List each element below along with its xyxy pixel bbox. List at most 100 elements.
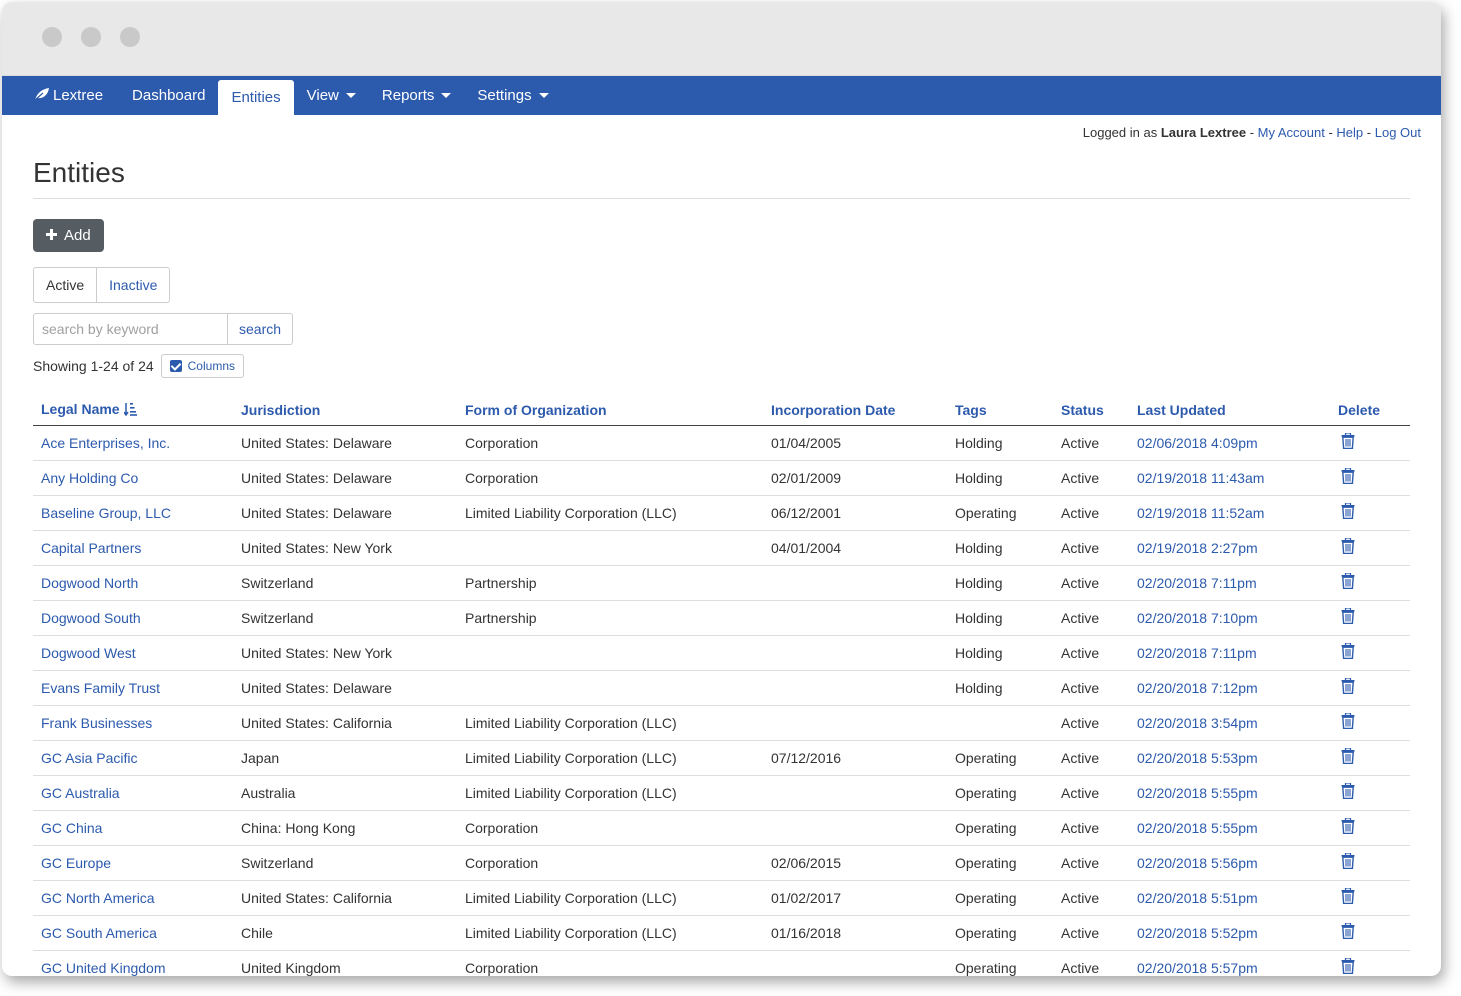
window-maximize-dot[interactable] — [120, 27, 140, 47]
last-updated-link[interactable]: 02/19/2018 2:27pm — [1137, 540, 1258, 556]
entity-name-link[interactable]: Dogwood West — [41, 645, 136, 661]
trash-icon[interactable] — [1341, 572, 1355, 592]
entity-name-link[interactable]: GC North America — [41, 890, 155, 906]
help-link[interactable]: Help — [1336, 125, 1363, 140]
cell-form-of-organization: Corporation — [457, 810, 763, 846]
last-updated-link[interactable]: 02/20/2018 7:11pm — [1137, 645, 1257, 661]
cell-legal-name: GC North America — [33, 880, 233, 916]
entity-name-link[interactable]: Capital Partners — [41, 540, 141, 556]
cell-last-updated: 02/19/2018 11:52am — [1129, 495, 1330, 531]
my-account-link[interactable]: My Account — [1258, 125, 1325, 140]
cell-tags: Operating — [947, 810, 1053, 846]
trash-icon[interactable] — [1341, 817, 1355, 837]
last-updated-link[interactable]: 02/20/2018 5:56pm — [1137, 855, 1258, 871]
filter-inactive-button[interactable]: Inactive — [97, 267, 171, 303]
last-updated-link[interactable]: 02/20/2018 5:51pm — [1137, 890, 1258, 906]
plus-icon — [46, 227, 57, 244]
cell-tags: Operating — [947, 915, 1053, 951]
brand-link[interactable]: Lextree — [24, 76, 119, 115]
trash-icon[interactable] — [1341, 712, 1355, 732]
last-updated-link[interactable]: 02/20/2018 7:11pm — [1137, 575, 1257, 591]
window-close-dot[interactable] — [42, 27, 62, 47]
last-updated-link[interactable]: 02/20/2018 7:12pm — [1137, 680, 1258, 696]
last-updated-link[interactable]: 02/20/2018 5:57pm — [1137, 960, 1258, 976]
nav-dashboard[interactable]: Dashboard — [119, 76, 218, 115]
entity-name-link[interactable]: Dogwood North — [41, 575, 138, 591]
last-updated-link[interactable]: 02/19/2018 11:52am — [1137, 505, 1264, 521]
col-incorporation-date[interactable]: Incorporation Date — [763, 396, 947, 426]
nav-reports-dropdown[interactable]: Reports — [369, 76, 465, 115]
trash-icon[interactable] — [1341, 957, 1355, 976]
add-entity-button[interactable]: Add — [33, 219, 104, 252]
last-updated-link[interactable]: 02/20/2018 5:52pm — [1137, 925, 1258, 941]
trash-icon[interactable] — [1341, 887, 1355, 907]
trash-icon[interactable] — [1341, 467, 1355, 487]
col-form-of-organization[interactable]: Form of Organization — [457, 396, 763, 426]
nav-settings-dropdown[interactable]: Settings — [464, 76, 561, 115]
col-jurisdiction[interactable]: Jurisdiction — [233, 396, 457, 426]
entity-name-link[interactable]: Frank Businesses — [41, 715, 152, 731]
trash-icon[interactable] — [1341, 677, 1355, 697]
nav-view-dropdown[interactable]: View — [294, 76, 369, 115]
table-row: GC Asia Pacific Japan Limited Liability Co… — [33, 740, 1410, 776]
table-row: Ace Enterprises, Inc. United States: Dela… — [33, 425, 1410, 461]
trash-icon[interactable] — [1341, 607, 1355, 627]
cell-incorporation-date: 01/04/2005 — [763, 425, 947, 461]
last-updated-link[interactable]: 02/20/2018 5:55pm — [1137, 820, 1258, 836]
col-status[interactable]: Status — [1053, 396, 1129, 426]
cell-status: Active — [1053, 600, 1129, 636]
last-updated-link[interactable]: 02/20/2018 3:54pm — [1137, 715, 1258, 731]
filter-active-button[interactable]: Active — [33, 267, 98, 303]
browser-window: Lextree Dashboard Entities View Reports … — [2, 2, 1441, 976]
last-updated-link[interactable]: 02/20/2018 5:55pm — [1137, 785, 1258, 801]
trash-icon[interactable] — [1341, 432, 1355, 452]
log-out-link[interactable]: Log Out — [1375, 125, 1421, 140]
entity-name-link[interactable]: GC Europe — [41, 855, 111, 871]
cell-incorporation-date: 02/01/2009 — [763, 460, 947, 496]
entity-name-link[interactable]: Evans Family Trust — [41, 680, 160, 696]
table-row: Any Holding Co United States: Delaware Cor… — [33, 460, 1410, 496]
cell-tags: Operating — [947, 740, 1053, 776]
cell-last-updated: 02/20/2018 7:11pm — [1129, 565, 1330, 601]
cell-incorporation-date — [763, 635, 947, 671]
trash-icon[interactable] — [1341, 537, 1355, 557]
search-input[interactable] — [33, 313, 228, 345]
cell-form-of-organization — [457, 530, 763, 566]
nav-entities[interactable]: Entities — [218, 80, 294, 115]
entity-name-link[interactable]: GC United Kingdom — [41, 960, 166, 976]
col-tags[interactable]: Tags — [947, 396, 1053, 426]
entity-name-link[interactable]: GC China — [41, 820, 102, 836]
cell-last-updated: 02/20/2018 5:56pm — [1129, 845, 1330, 881]
trash-icon[interactable] — [1341, 922, 1355, 942]
search-button[interactable]: search — [228, 313, 294, 345]
trash-icon[interactable] — [1341, 747, 1355, 767]
trash-icon[interactable] — [1341, 502, 1355, 522]
entity-name-link[interactable]: Ace Enterprises, Inc. — [41, 435, 170, 451]
trash-icon[interactable] — [1341, 782, 1355, 802]
user-bar: Logged in as Laura Lextree - My Account … — [2, 115, 1441, 145]
entity-name-link[interactable]: Baseline Group, LLC — [41, 505, 171, 521]
sort-ascending-icon[interactable] — [122, 402, 137, 419]
cell-last-updated: 02/20/2018 3:54pm — [1129, 705, 1330, 741]
trash-icon[interactable] — [1341, 852, 1355, 872]
last-updated-link[interactable]: 02/06/2018 4:09pm — [1137, 435, 1258, 451]
entity-name-link[interactable]: Any Holding Co — [41, 470, 138, 486]
entity-name-link[interactable]: GC South America — [41, 925, 157, 941]
cell-legal-name: Evans Family Trust — [33, 670, 233, 706]
cell-delete — [1330, 915, 1410, 951]
nav-reports-label: Reports — [381, 87, 435, 104]
last-updated-link[interactable]: 02/20/2018 7:10pm — [1137, 610, 1258, 626]
cell-tags — [947, 705, 1053, 741]
entity-name-link[interactable]: GC Asia Pacific — [41, 750, 137, 766]
col-last-updated[interactable]: Last Updated — [1129, 396, 1330, 426]
window-minimize-dot[interactable] — [81, 27, 101, 47]
cell-status: Active — [1053, 915, 1129, 951]
trash-icon[interactable] — [1341, 642, 1355, 662]
entity-name-link[interactable]: GC Australia — [41, 785, 120, 801]
entity-name-link[interactable]: Dogwood South — [41, 610, 141, 626]
col-legal-name[interactable]: Legal Name — [33, 396, 233, 426]
cell-tags: Holding — [947, 530, 1053, 566]
last-updated-link[interactable]: 02/19/2018 11:43am — [1137, 470, 1264, 486]
last-updated-link[interactable]: 02/20/2018 5:53pm — [1137, 750, 1258, 766]
columns-button[interactable]: Columns — [160, 354, 244, 378]
